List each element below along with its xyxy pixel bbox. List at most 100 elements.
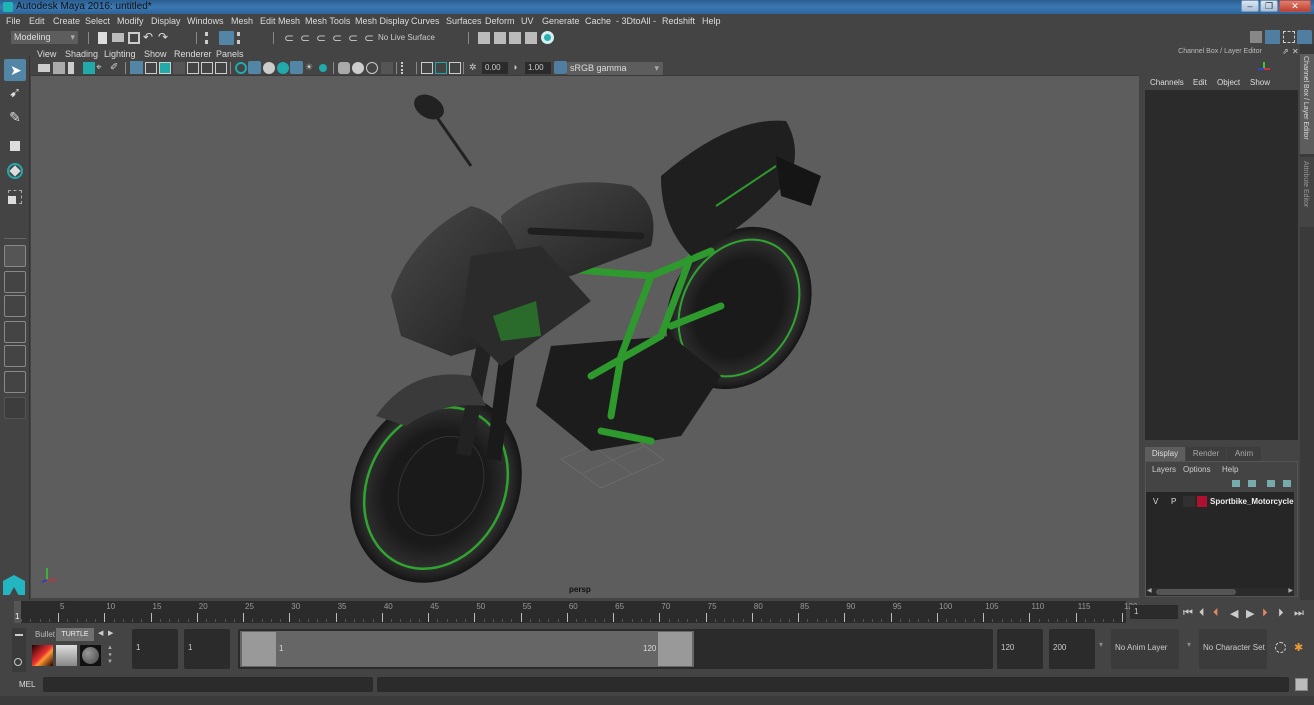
tab-channel-box-layer-editor[interactable]: Channel Box / Layer Editor xyxy=(1300,54,1314,154)
menu-generate[interactable]: Generate xyxy=(542,16,580,26)
play-forwards-icon[interactable]: ▶ xyxy=(1246,607,1254,620)
range-slider-end-handle[interactable] xyxy=(658,632,692,666)
panel-menu-show[interactable]: Show xyxy=(144,49,167,59)
tab-display[interactable]: Display xyxy=(1145,447,1185,461)
panel-menu-shading[interactable]: Shading xyxy=(65,49,98,59)
safe-title-icon[interactable] xyxy=(215,62,227,74)
panel-menu-lighting[interactable]: Lighting xyxy=(104,49,136,59)
textured-icon[interactable] xyxy=(277,62,289,74)
menu-surfaces[interactable]: Surfaces xyxy=(446,16,482,26)
command-language-label[interactable]: MEL xyxy=(19,680,35,689)
panel-menu-panels[interactable]: Panels xyxy=(216,49,244,59)
channel-list[interactable] xyxy=(1145,90,1298,440)
shadows-icon[interactable]: ☀ xyxy=(305,62,317,74)
playback-end-field[interactable]: 120 xyxy=(997,629,1043,669)
panel-menu-renderer[interactable]: Renderer xyxy=(174,49,212,59)
animation-start-field[interactable]: 1 xyxy=(132,629,178,669)
view-transform-dropdown[interactable]: sRGB gamma ▾ xyxy=(567,62,663,75)
menu-deform[interactable]: Deform xyxy=(485,16,515,26)
move-layer-up-icon[interactable] xyxy=(1232,480,1240,487)
script-editor-icon[interactable] xyxy=(1295,678,1308,691)
open-scene-icon[interactable] xyxy=(112,33,124,42)
menu-modify[interactable]: Modify xyxy=(117,16,144,26)
redo-icon[interactable]: ↷ xyxy=(158,31,170,43)
2d-pan-zoom-icon[interactable]: ⌖ xyxy=(96,62,108,74)
layer-name[interactable]: Sportbike_Motorcycle xyxy=(1210,497,1294,506)
step-back-frame-icon[interactable]: ⏴ xyxy=(1199,607,1205,620)
render-settings-icon[interactable] xyxy=(525,32,537,44)
exposure-field[interactable]: 0.00 xyxy=(482,62,508,74)
xray-joints-icon[interactable] xyxy=(352,62,364,74)
character-set-dropdown[interactable]: No Character Set xyxy=(1199,629,1267,669)
shelf-tab-bullet[interactable]: Bullet xyxy=(27,629,55,641)
new-layer-selected-icon[interactable] xyxy=(1283,480,1291,487)
layout-two-pane-stacked-icon[interactable] xyxy=(4,321,26,343)
new-layer-icon[interactable] xyxy=(1267,480,1275,487)
menu-edit[interactable]: Edit xyxy=(29,16,45,26)
menu-mesh-display[interactable]: Mesh Display xyxy=(355,16,409,26)
select-component-icon[interactable] xyxy=(237,32,249,44)
menu-cache[interactable]: Cache xyxy=(585,16,611,26)
go-to-start-icon[interactable]: ⏮ xyxy=(1183,607,1193,620)
snap-live-icon[interactable]: ⊂ xyxy=(348,31,360,45)
playback-start-field[interactable]: 1 xyxy=(184,629,230,669)
grid-toggle-icon[interactable] xyxy=(130,61,143,74)
undo-icon[interactable]: ↶ xyxy=(143,31,155,43)
move-tool-icon[interactable] xyxy=(4,135,26,157)
resolution-gate-icon[interactable] xyxy=(159,62,171,74)
layer-visibility-toggle[interactable]: V xyxy=(1153,497,1158,506)
step-forward-key-icon[interactable]: ⏵ xyxy=(1262,607,1268,620)
current-time-marker[interactable]: 1 xyxy=(14,601,21,623)
depth-of-field-icon[interactable] xyxy=(449,62,461,74)
bookmark-icon[interactable] xyxy=(68,62,74,74)
camera-attributes-icon[interactable] xyxy=(53,62,65,74)
menu-curves[interactable]: Curves xyxy=(411,16,440,26)
xray-components-icon[interactable] xyxy=(366,62,378,74)
layout-three-pane-icon[interactable] xyxy=(4,345,26,367)
smooth-shade-icon[interactable] xyxy=(248,61,261,74)
animation-end-field[interactable]: 200 xyxy=(1049,629,1095,669)
layout-four-pane-icon[interactable] xyxy=(4,271,26,293)
shelf-scroll-left-icon[interactable]: ◀ xyxy=(98,629,103,637)
range-slider-track[interactable]: 1 120 xyxy=(238,629,993,669)
isolate-select-icon[interactable] xyxy=(381,62,393,74)
color-management-icon[interactable] xyxy=(554,61,567,74)
menu-mesh-tools[interactable]: Mesh Tools xyxy=(305,16,350,26)
gamma-field[interactable]: 1.00 xyxy=(525,62,551,74)
snap-point-icon[interactable]: ⊂ xyxy=(316,31,328,45)
use-all-lights-icon[interactable] xyxy=(290,61,303,74)
range-slider-start-handle[interactable] xyxy=(242,632,276,666)
anim-layer-dropdown[interactable]: No Anim Layer xyxy=(1111,629,1179,669)
range-slider-bar[interactable] xyxy=(240,631,694,667)
make-live-icon[interactable]: ⊂ xyxy=(364,31,376,45)
channels-menu[interactable]: Channels xyxy=(1150,78,1184,87)
rotate-tool-icon[interactable] xyxy=(4,160,26,182)
multisample-icon[interactable] xyxy=(435,62,447,74)
menu-select[interactable]: Select xyxy=(85,16,110,26)
tab-attribute-editor[interactable]: Attribute Editor xyxy=(1300,157,1314,227)
go-to-end-icon[interactable]: ⏭ xyxy=(1294,607,1304,620)
menu-windows[interactable]: Windows xyxy=(187,16,224,26)
toggle-tool-settings-icon[interactable] xyxy=(1283,31,1295,43)
tab-render[interactable]: Render xyxy=(1186,447,1226,461)
snap-grid-icon[interactable]: ⊂ xyxy=(284,31,296,45)
menu-uv[interactable]: UV xyxy=(521,16,534,26)
new-scene-icon[interactable] xyxy=(98,32,107,44)
turtle-render-settings-icon[interactable] xyxy=(56,645,77,666)
menu-display[interactable]: Display xyxy=(151,16,181,26)
hud-icon[interactable] xyxy=(421,62,433,74)
save-scene-icon[interactable] xyxy=(128,32,140,44)
object-menu[interactable]: Object xyxy=(1217,78,1240,87)
layer-color-swatch[interactable] xyxy=(1197,496,1207,507)
close-button[interactable]: ✕ xyxy=(1279,0,1311,12)
menu-help[interactable]: Help xyxy=(702,16,721,26)
step-back-key-icon[interactable]: ⏴ xyxy=(1213,607,1219,620)
snap-view-plane-icon[interactable]: ⊂ xyxy=(332,31,344,45)
perspective-viewport[interactable]: persp xyxy=(31,76,1139,598)
layout-outliner-persp-icon[interactable] xyxy=(4,371,26,393)
snap-curve-icon[interactable]: ⊂ xyxy=(300,31,312,45)
film-gate-icon[interactable] xyxy=(145,62,157,74)
show-menu[interactable]: Show xyxy=(1250,78,1270,87)
layer-horizontal-scrollbar[interactable]: ◀ ▶ xyxy=(1146,588,1294,596)
current-frame-field[interactable]: 1 xyxy=(1130,605,1178,619)
